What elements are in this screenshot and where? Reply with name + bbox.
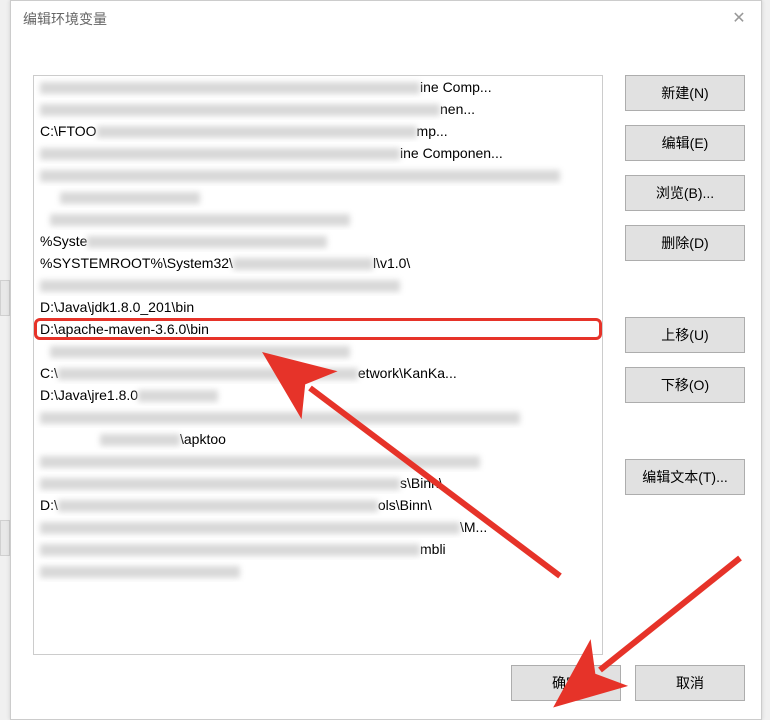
browse-button[interactable]: 浏览(B)... bbox=[625, 175, 745, 211]
list-item[interactable]: %Syste bbox=[34, 230, 602, 252]
list-item[interactable]: D:\ ols\Binn\ bbox=[34, 494, 602, 516]
list-item-text-tail: ols\Binn\ bbox=[378, 497, 432, 513]
list-item-text-tail: ine Comp... bbox=[420, 79, 492, 95]
list-item[interactable]: \M... bbox=[34, 516, 602, 538]
button-spacer bbox=[625, 417, 745, 445]
list-item[interactable] bbox=[34, 340, 602, 362]
dialog-bottom-buttons: 确定 取消 bbox=[511, 665, 745, 701]
list-item[interactable]: nen... bbox=[34, 98, 602, 120]
list-item[interactable] bbox=[34, 406, 602, 428]
titlebar: 编辑环境变量 ✕ bbox=[11, 1, 761, 37]
list-item-text-tail: mp... bbox=[417, 123, 448, 139]
list-item[interactable] bbox=[34, 208, 602, 230]
list-item[interactable] bbox=[34, 164, 602, 186]
list-item-text-tail: nen... bbox=[440, 101, 475, 117]
list-item[interactable]: %SYSTEMROOT%\System32\ l\v1.0\ bbox=[34, 252, 602, 274]
list-item[interactable]: C:\FTOO mp... bbox=[34, 120, 602, 142]
button-spacer bbox=[625, 275, 745, 303]
list-item-text: D:\apache-maven-3.6.0\bin bbox=[40, 321, 209, 337]
list-item[interactable]: \apktoo bbox=[34, 428, 602, 450]
path-list-scroll[interactable]: ine Comp... nen... C:\FTOO mp... ine Compone… bbox=[34, 76, 602, 654]
list-item[interactable]: D:\Java\jre1.8.0 bbox=[34, 384, 602, 406]
list-item-text: D:\Java\jre1.8.0 bbox=[40, 387, 138, 403]
list-item[interactable]: s\Binn\ bbox=[34, 472, 602, 494]
close-icon[interactable]: ✕ bbox=[729, 9, 749, 29]
list-item[interactable]: mbli bbox=[34, 538, 602, 560]
background-dialog-edge bbox=[0, 520, 10, 556]
list-item-text-tail: s\Binn\ bbox=[400, 475, 443, 491]
delete-button[interactable]: 删除(D) bbox=[625, 225, 745, 261]
cancel-button[interactable]: 取消 bbox=[635, 665, 745, 701]
ok-button[interactable]: 确定 bbox=[511, 665, 621, 701]
list-item[interactable] bbox=[34, 186, 602, 208]
dialog-title: 编辑环境变量 bbox=[23, 9, 107, 29]
new-button[interactable]: 新建(N) bbox=[625, 75, 745, 111]
list-item[interactable]: C:\ etwork\KanKa... bbox=[34, 362, 602, 384]
move-up-button[interactable]: 上移(U) bbox=[625, 317, 745, 353]
list-item[interactable]: ine Componen... bbox=[34, 142, 602, 164]
edit-button[interactable]: 编辑(E) bbox=[625, 125, 745, 161]
list-item[interactable]: ine Comp... bbox=[34, 76, 602, 98]
list-item[interactable] bbox=[34, 560, 602, 582]
list-item-text-tail: etwork\KanKa... bbox=[358, 365, 457, 381]
list-item[interactable] bbox=[34, 450, 602, 472]
list-item[interactable] bbox=[34, 274, 602, 296]
dialog-window: 编辑环境变量 ✕ ine Comp...nen...C:\FTOOmp...in… bbox=[10, 0, 762, 720]
action-button-panel: 新建(N) 编辑(E) 浏览(B)... 删除(D) 上移(U) 下移(O) 编… bbox=[625, 75, 745, 495]
list-item[interactable]: D:\Java\jdk1.8.0_201\bin bbox=[34, 296, 602, 318]
list-item-text: C:\FTOO bbox=[40, 123, 97, 139]
dialog-content: ine Comp... nen... C:\FTOO mp... ine Compone… bbox=[11, 37, 761, 719]
list-item[interactable]: D:\apache-maven-3.6.0\bin bbox=[34, 318, 602, 340]
list-item-text: C:\ bbox=[40, 365, 58, 381]
list-item-text-tail: \M... bbox=[460, 519, 487, 535]
path-listbox[interactable]: ine Comp... nen... C:\FTOO mp... ine Compone… bbox=[33, 75, 603, 655]
list-item-text-tail: \apktoo bbox=[180, 431, 226, 447]
edit-text-button[interactable]: 编辑文本(T)... bbox=[625, 459, 745, 495]
list-item-text-tail: ine Componen... bbox=[400, 145, 503, 161]
list-item-text-tail: mbli bbox=[420, 541, 446, 557]
list-item-text: %Syste bbox=[40, 233, 87, 249]
move-down-button[interactable]: 下移(O) bbox=[625, 367, 745, 403]
list-item-text: D:\ bbox=[40, 497, 58, 513]
list-item-text: %SYSTEMROOT%\System32\ bbox=[40, 255, 233, 271]
list-item-text: D:\Java\jdk1.8.0_201\bin bbox=[40, 299, 194, 315]
background-dialog-edge bbox=[0, 280, 10, 316]
list-item-text-tail: l\v1.0\ bbox=[373, 255, 410, 271]
